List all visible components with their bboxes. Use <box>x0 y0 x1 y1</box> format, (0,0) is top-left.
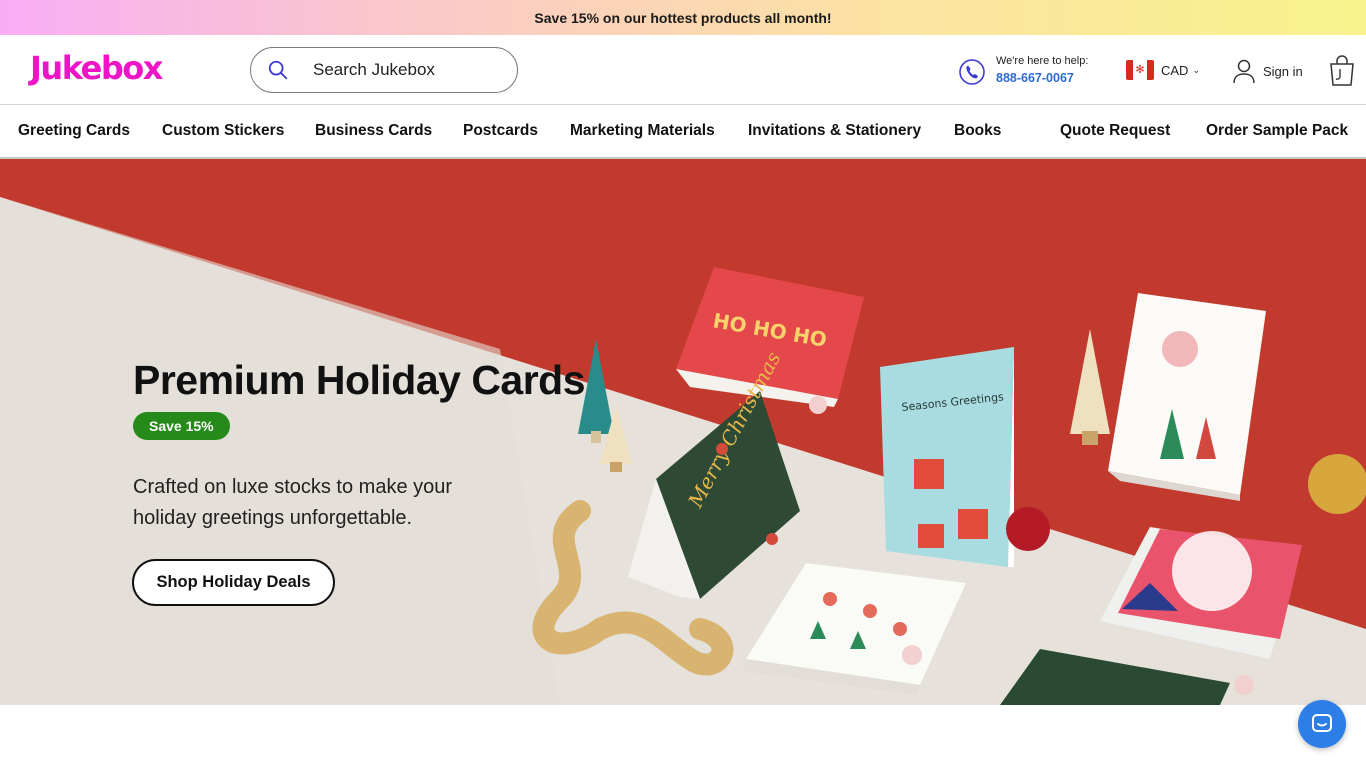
canada-flag-icon: ✻ <box>1126 60 1154 80</box>
sign-in-link[interactable]: Sign in <box>1232 57 1303 85</box>
seasons-greetings-card: Seasons Greetings <box>880 347 1014 567</box>
red-ornament <box>1006 507 1050 551</box>
nav-postcards[interactable]: Postcards <box>463 122 538 140</box>
cart-icon[interactable] <box>1327 55 1357 87</box>
peppermint-candy <box>809 396 827 414</box>
main-nav: Greeting Cards Custom Stickers Business … <box>0 104 1366 159</box>
site-header: Jukebox We're here to help: 888-667-0067… <box>0 35 1366 105</box>
currency-label: CAD <box>1161 62 1189 78</box>
nav-business-cards[interactable]: Business Cards <box>315 122 432 140</box>
search-input[interactable] <box>313 58 503 82</box>
logo[interactable]: Jukebox <box>30 49 163 87</box>
user-icon <box>1233 59 1255 84</box>
nav-custom-stickers[interactable]: Custom Stickers <box>162 122 284 140</box>
nav-greeting-cards[interactable]: Greeting Cards <box>18 122 130 140</box>
sign-in-label: Sign in <box>1263 63 1303 79</box>
nav-invitations-stationery[interactable]: Invitations & Stationery <box>748 122 921 140</box>
nav-order-sample-pack[interactable]: Order Sample Pack <box>1206 122 1348 140</box>
currency-selector[interactable]: ✻ CAD ⌄ <box>1126 59 1200 81</box>
help-phone-link[interactable]: 888-667-0067 <box>996 71 1074 85</box>
hero-subtitle: Crafted on luxe stocks to make your holi… <box>133 476 453 529</box>
nav-quote-request[interactable]: Quote Request <box>1060 122 1170 140</box>
promo-banner[interactable]: Save 15% on our hottest products all mon… <box>0 0 1366 35</box>
shop-holiday-deals-button[interactable]: Shop Holiday Deals <box>132 559 335 606</box>
hero-banner: HO HO HO Merry Christmas Seasons Greetin… <box>0 159 1366 705</box>
chevron-down-icon: ⌄ <box>1192 64 1200 75</box>
save-badge: Save 15% <box>133 412 230 440</box>
chat-icon <box>1312 714 1332 732</box>
promo-text: Save 15% on our hottest products all mon… <box>534 9 832 26</box>
phone-support-icon <box>959 59 985 85</box>
help-contact[interactable]: We're here to help: 888-667-0067 <box>958 55 1098 89</box>
nav-books[interactable]: Books <box>954 122 1001 140</box>
search-bar[interactable] <box>250 47 518 93</box>
nav-marketing-materials[interactable]: Marketing Materials <box>570 122 715 140</box>
help-label: We're here to help: <box>996 55 1089 67</box>
search-icon[interactable] <box>267 59 289 81</box>
peppermint-candy <box>902 645 922 665</box>
gold-ornament <box>1308 454 1366 514</box>
chat-launcher-button[interactable] <box>1298 700 1346 748</box>
peppermint-candy <box>1234 675 1254 695</box>
hero-title: Premium Holiday Cards <box>133 357 586 403</box>
